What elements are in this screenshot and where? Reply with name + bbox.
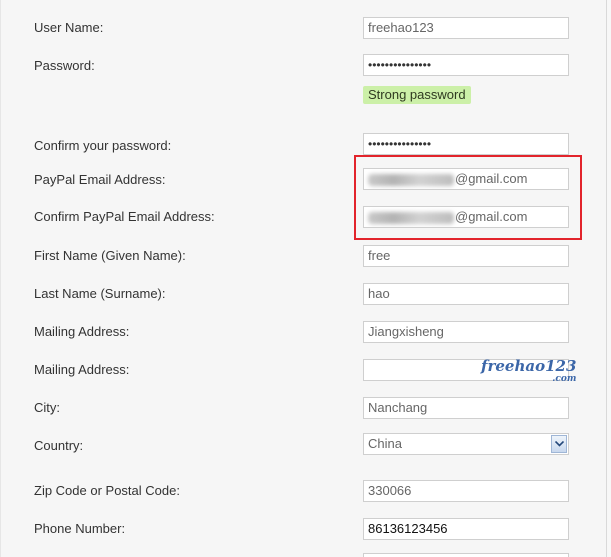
first-name-label: First Name (Given Name): (34, 248, 186, 263)
paypal-email-label: PayPal Email Address: (34, 172, 166, 187)
last-name-input[interactable]: hao (363, 283, 569, 305)
confirm-paypal-email-domain: @gmail.com (455, 209, 528, 224)
city-label: City: (34, 400, 60, 415)
confirm-password-input[interactable]: ••••••••••••••• (363, 133, 569, 155)
username-input[interactable]: freehao123 (363, 17, 569, 39)
country-select[interactable]: China (363, 433, 569, 455)
phone-label: Phone Number: (34, 521, 126, 536)
next-field-partial[interactable] (363, 553, 569, 557)
zip-input[interactable]: 330066 (363, 480, 569, 502)
confirm-paypal-email-input[interactable]: @gmail.com (363, 206, 569, 228)
paypal-email-input[interactable]: @gmail.com (363, 168, 569, 190)
city-input[interactable]: Nanchang (363, 397, 569, 419)
registration-form: User Name: freehao123 Password: ••••••••… (0, 0, 607, 557)
mailing-address-2-label: Mailing Address: (34, 362, 130, 377)
last-name-label: Last Name (Surname): (34, 286, 166, 301)
confirm-paypal-email-label: Confirm PayPal Email Address: (34, 209, 215, 224)
country-selected-value: China (368, 436, 402, 451)
mailing-address-input[interactable]: Jiangxisheng (363, 321, 569, 343)
first-name-input[interactable]: free (363, 245, 569, 267)
watermark-logo: freehao123 .com (481, 359, 576, 387)
country-label: Country: (34, 438, 84, 453)
blurred-email-local-part (368, 173, 454, 186)
password-label: Password: (34, 58, 95, 73)
confirm-password-label: Confirm your password: (34, 138, 172, 153)
phone-input[interactable]: 86136123456 (363, 518, 569, 540)
zip-label: Zip Code or Postal Code: (34, 483, 180, 498)
username-label: User Name: (34, 20, 104, 35)
password-strength-badge: Strong password (363, 86, 471, 104)
chevron-down-icon[interactable] (551, 435, 567, 453)
mailing-address-label: Mailing Address: (34, 324, 130, 339)
paypal-email-domain: @gmail.com (455, 171, 528, 186)
password-input[interactable]: ••••••••••••••• (363, 54, 569, 76)
blurred-email-local-part (368, 211, 454, 224)
